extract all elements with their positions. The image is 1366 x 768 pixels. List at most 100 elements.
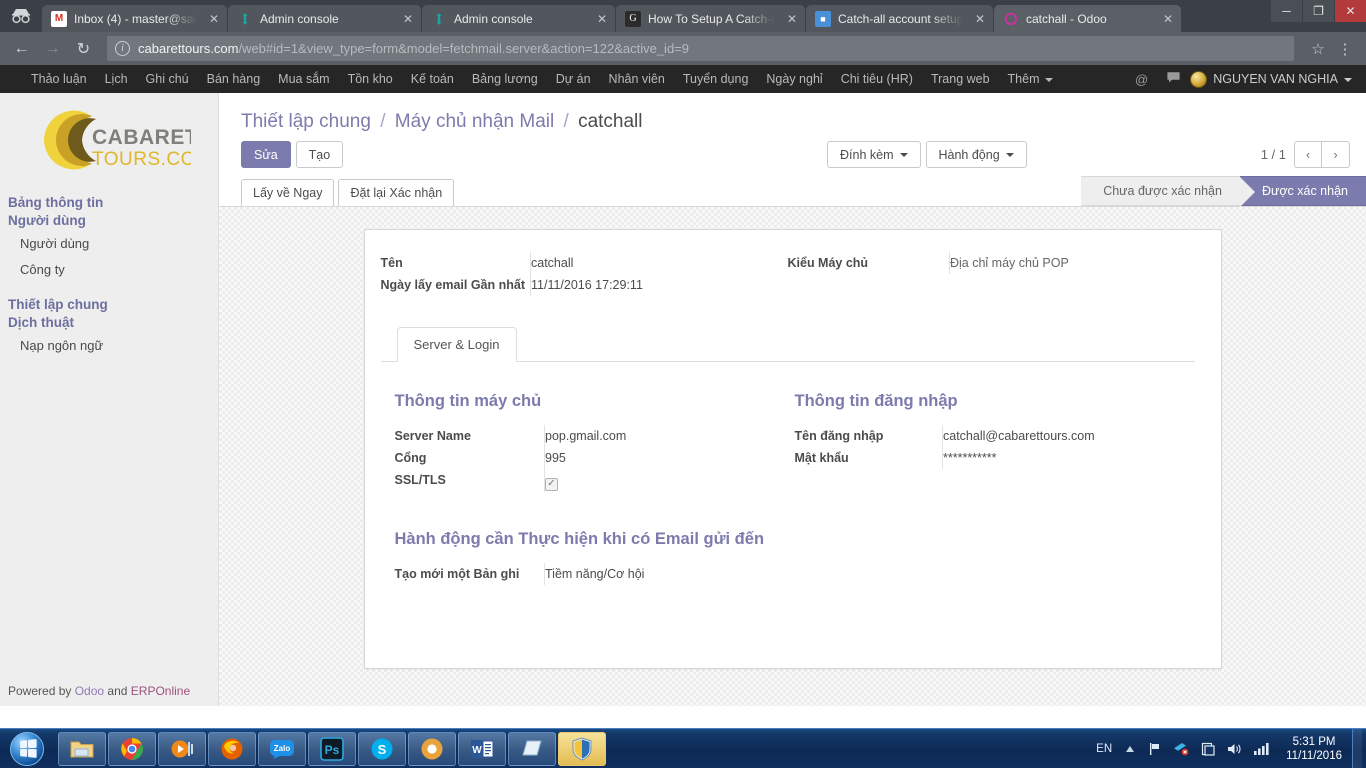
field-value-mat-khau[interactable]: ***********: [942, 447, 1195, 469]
menu-item-trang-web[interactable]: Trang web: [922, 72, 999, 86]
svg-text:TOURS.COM: TOURS.COM: [92, 149, 191, 170]
system-tray: EN 5:31 PM 11/11/2016: [1090, 728, 1366, 768]
user-menu[interactable]: NGUYEN VAN NGHIA: [1190, 70, 1366, 88]
volume-icon[interactable]: [1221, 742, 1248, 756]
network-signal-icon[interactable]: [1248, 742, 1276, 755]
menu-item-lich[interactable]: Lịch: [96, 72, 137, 86]
admin-console-icon: [237, 11, 253, 27]
dropbox-icon[interactable]: [1168, 742, 1195, 756]
field-value-cong[interactable]: 995: [544, 447, 795, 469]
tab-close-icon[interactable]: ✕: [973, 12, 987, 26]
action-center-icon[interactable]: [1195, 742, 1221, 756]
field-value-ten-dang-nhap[interactable]: catchall@cabarettours.com: [942, 425, 1195, 447]
chat-icon[interactable]: [1157, 71, 1190, 87]
window-minimize-button[interactable]: ─: [1271, 0, 1302, 22]
taskbar-firefox-icon[interactable]: [208, 731, 256, 766]
chrome-menu-icon[interactable]: ⋮: [1332, 40, 1358, 58]
status-badge-confirmed[interactable]: Được xác nhận: [1239, 176, 1366, 206]
show-desktop-button[interactable]: [1352, 728, 1362, 768]
menu-item-du-an[interactable]: Dự án: [547, 72, 600, 86]
tab-close-icon[interactable]: ✕: [785, 12, 799, 26]
reload-icon[interactable]: ↻: [70, 35, 97, 62]
bookmark-star-icon[interactable]: ☆: [1304, 40, 1332, 58]
browser-tab-gmail[interactable]: M Inbox (4) - master@saigo ✕: [42, 5, 227, 32]
taskbar-clock[interactable]: 5:31 PM 11/11/2016: [1276, 735, 1352, 763]
create-button[interactable]: Tạo: [295, 141, 344, 168]
menu-item-ke-toan[interactable]: Kế toán: [402, 72, 463, 86]
browser-tab-admin-console-2[interactable]: Admin console ✕: [422, 5, 615, 32]
server-login-groups: Thông tin máy chủ Server Name pop.gmail.…: [395, 388, 1195, 492]
odoo-link[interactable]: Odoo: [75, 684, 104, 698]
menu-item-bang-luong[interactable]: Bảng lương: [463, 72, 547, 86]
action-dropdown[interactable]: Hành động: [925, 141, 1027, 168]
flag-action-center-icon[interactable]: [1142, 742, 1168, 756]
menu-item-ban-hang[interactable]: Bán hàng: [198, 72, 270, 86]
chevron-down-icon: [1000, 148, 1014, 162]
site-info-icon[interactable]: i: [115, 41, 130, 56]
menu-item-them[interactable]: Thêm: [999, 72, 1062, 86]
taskbar-chromium-icon[interactable]: [408, 731, 456, 766]
browser-tab-howto[interactable]: G How To Setup A Catch-al ✕: [616, 5, 805, 32]
forward-icon[interactable]: →: [39, 35, 66, 62]
tab-close-icon[interactable]: ✕: [207, 12, 221, 26]
menu-item-mua-sam[interactable]: Mua sắm: [269, 72, 338, 86]
tab-server-and-login[interactable]: Server & Login: [396, 327, 517, 362]
taskbar-notepad-icon[interactable]: [508, 731, 556, 766]
menu-item-ngay-nghi[interactable]: Ngày nghỉ: [757, 72, 831, 86]
breadcrumb-item-settings[interactable]: Thiết lập chung: [241, 111, 371, 132]
menu-item-chi-tieu-hr[interactable]: Chi tiêu (HR): [832, 72, 922, 86]
window-maximize-button[interactable]: ❐: [1303, 0, 1334, 22]
field-value-ngay-lay-email[interactable]: 11/11/2016 17:29:11: [530, 274, 788, 296]
start-button[interactable]: [0, 729, 54, 768]
taskbar-photoshop-icon[interactable]: Ps: [308, 731, 356, 766]
mention-icon[interactable]: @: [1126, 72, 1157, 87]
taskbar-chrome-icon[interactable]: [108, 731, 156, 766]
tab-title: Inbox (4) - master@saigo: [74, 11, 197, 26]
field-value-kieu-may-chu[interactable]: Địa chỉ máy chủ POP: [949, 252, 1195, 274]
back-icon[interactable]: ←: [8, 35, 35, 62]
status-badge-not-confirmed[interactable]: Chưa được xác nhận: [1081, 176, 1255, 207]
address-bar[interactable]: i cabarettours.com /web#id=1&view_type=f…: [107, 36, 1294, 61]
browser-tab-catchall-forum[interactable]: ■ Catch-all account setup b ✕: [806, 5, 993, 32]
reset-confirmation-button[interactable]: Đặt lại Xác nhận: [338, 179, 455, 206]
field-value-server-name[interactable]: pop.gmail.com: [544, 425, 795, 447]
tab-close-icon[interactable]: ✕: [1161, 12, 1175, 26]
menu-item-thao-luan[interactable]: Thảo luận: [22, 72, 96, 86]
taskbar-explorer-icon[interactable]: [58, 731, 106, 766]
window-close-button[interactable]: ✕: [1335, 0, 1366, 22]
fetch-now-button[interactable]: Lấy về Ngay: [241, 179, 335, 206]
sidebar-item-cong-ty[interactable]: Công ty: [0, 257, 218, 283]
breadcrumb-item-mail-servers[interactable]: Máy chủ nhận Mail: [395, 111, 554, 132]
pager-previous-button[interactable]: ‹: [1294, 141, 1322, 168]
pager-next-button[interactable]: ›: [1322, 141, 1350, 168]
field-value-ten[interactable]: catchall: [530, 252, 788, 274]
show-hidden-icons-button[interactable]: [1118, 744, 1142, 754]
menu-item-ghi-chu[interactable]: Ghi chú: [137, 72, 198, 86]
clock-time: 5:31 PM: [1292, 735, 1336, 748]
taskbar-word-icon[interactable]: W: [458, 731, 506, 766]
forum-icon: ■: [815, 10, 831, 27]
odoo-main-menu: Thảo luận Lịch Ghi chú Bán hàng Mua sắm …: [0, 65, 1366, 93]
taskbar-security-shield-icon[interactable]: [558, 731, 606, 766]
tab-close-icon[interactable]: ✕: [401, 12, 415, 26]
browser-tab-admin-console-1[interactable]: Admin console ✕: [228, 5, 421, 32]
field-value-tao-moi-ban-ghi[interactable]: Tiềm năng/Cơ hội: [544, 562, 795, 585]
erponline-link[interactable]: ERPOnline: [131, 684, 190, 698]
sidebar-item-nguoi-dung[interactable]: Người dùng: [0, 231, 218, 257]
sidebar-item-nap-ngon-ngu[interactable]: Nạp ngôn ngữ: [0, 333, 218, 359]
company-logo: CABARET TOURS.COM: [0, 105, 218, 193]
tab-title: Admin console: [260, 11, 339, 26]
ssl-tls-checkbox[interactable]: ✓: [545, 477, 558, 491]
browser-tab-odoo-active[interactable]: catchall - Odoo ✕: [994, 5, 1181, 32]
user-name: NGUYEN VAN NGHIA: [1213, 72, 1338, 86]
menu-item-ton-kho[interactable]: Tồn kho: [339, 72, 402, 86]
menu-item-tuyen-dung[interactable]: Tuyển dụng: [674, 72, 758, 86]
menu-item-nhan-vien[interactable]: Nhân viên: [600, 72, 674, 86]
taskbar-skype-icon[interactable]: S: [358, 731, 406, 766]
tab-close-icon[interactable]: ✕: [595, 12, 609, 26]
language-indicator[interactable]: EN: [1090, 743, 1118, 755]
attachment-dropdown[interactable]: Đính kèm: [827, 141, 921, 168]
taskbar-media-player-icon[interactable]: [158, 731, 206, 766]
edit-button[interactable]: Sửa: [241, 141, 291, 168]
taskbar-zalo-icon[interactable]: Zalo: [258, 731, 306, 766]
